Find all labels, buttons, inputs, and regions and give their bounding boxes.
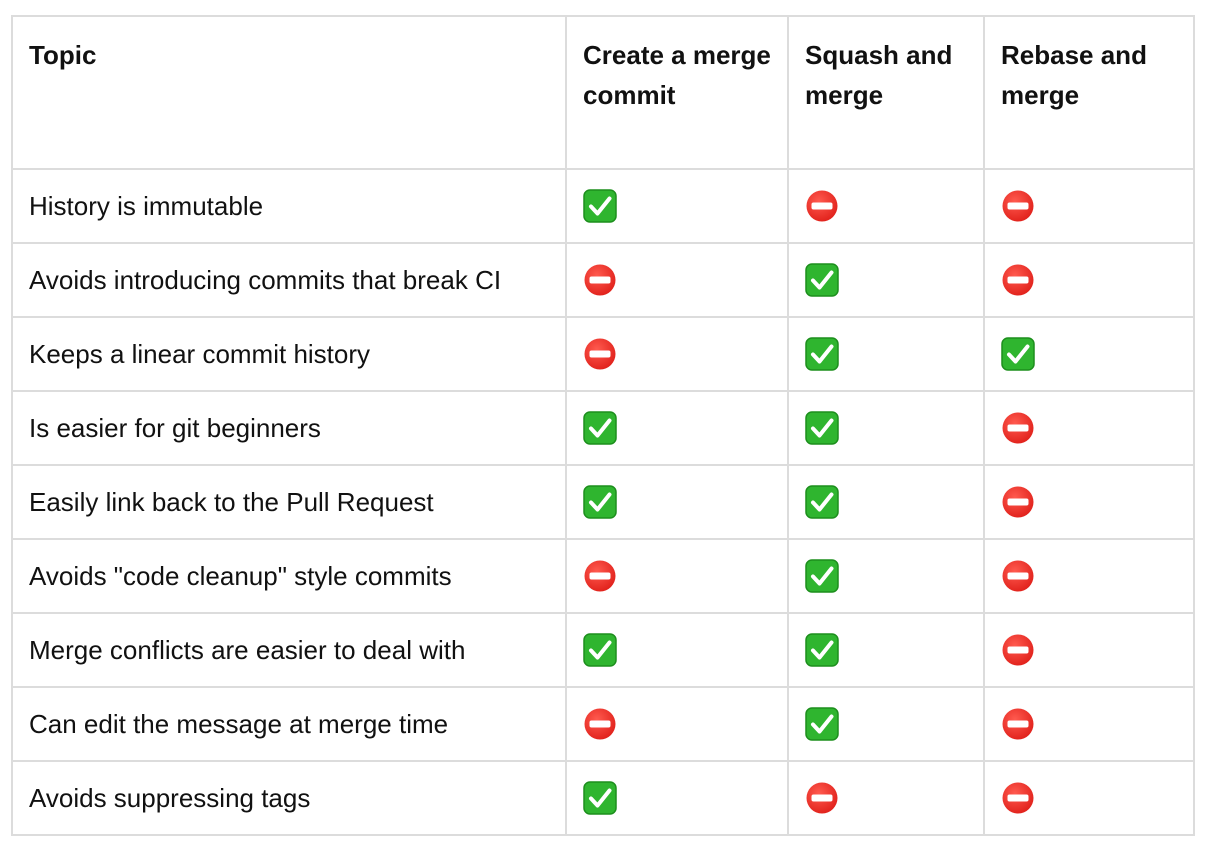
check-mark-icon <box>805 337 839 371</box>
create-merge-commit-cell <box>565 612 789 688</box>
table-row: Avoids introducing commits that break CI <box>11 242 1195 318</box>
no-entry-icon <box>1001 781 1035 815</box>
rebase-and-merge-cell <box>983 612 1195 688</box>
check-mark-icon <box>583 781 617 815</box>
squash-and-merge-cell <box>787 612 985 688</box>
squash-and-merge-cell <box>787 242 985 318</box>
topic-cell: Easily link back to the Pull Request <box>11 464 567 540</box>
rebase-and-merge-cell <box>983 464 1195 540</box>
check-mark-icon <box>583 411 617 445</box>
check-mark-icon <box>583 189 617 223</box>
table-row: History is immutable <box>11 168 1195 244</box>
check-mark-icon <box>805 411 839 445</box>
table-row: Avoids "code cleanup" style commits <box>11 538 1195 614</box>
rebase-and-merge-cell <box>983 686 1195 762</box>
rebase-and-merge-cell <box>983 168 1195 244</box>
table-row: Merge conflicts are easier to deal with <box>11 612 1195 688</box>
rebase-and-merge-cell <box>983 316 1195 392</box>
header-topic: Topic <box>11 15 567 170</box>
table-row: Can edit the message at merge time <box>11 686 1195 762</box>
rebase-and-merge-cell <box>983 242 1195 318</box>
check-mark-icon <box>583 633 617 667</box>
rebase-and-merge-cell <box>983 538 1195 614</box>
no-entry-icon <box>583 707 617 741</box>
rebase-and-merge-cell <box>983 390 1195 466</box>
create-merge-commit-cell <box>565 242 789 318</box>
squash-and-merge-cell <box>787 464 985 540</box>
header-create-merge-commit: Create a merge commit <box>565 15 789 170</box>
topic-cell: Avoids introducing commits that break CI <box>11 242 567 318</box>
no-entry-icon <box>1001 263 1035 297</box>
table-row: Avoids suppressing tags <box>11 760 1195 836</box>
create-merge-commit-cell <box>565 464 789 540</box>
check-mark-icon <box>805 485 839 519</box>
no-entry-icon <box>805 189 839 223</box>
topic-cell: Avoids suppressing tags <box>11 760 567 836</box>
check-mark-icon <box>805 633 839 667</box>
rebase-and-merge-cell <box>983 760 1195 836</box>
no-entry-icon <box>1001 559 1035 593</box>
squash-and-merge-cell <box>787 168 985 244</box>
create-merge-commit-cell <box>565 168 789 244</box>
no-entry-icon <box>1001 633 1035 667</box>
no-entry-icon <box>583 559 617 593</box>
no-entry-icon <box>1001 485 1035 519</box>
squash-and-merge-cell <box>787 316 985 392</box>
topic-cell: History is immutable <box>11 168 567 244</box>
check-mark-icon <box>583 485 617 519</box>
no-entry-icon <box>1001 707 1035 741</box>
header-row: Topic Create a merge commit Squash and m… <box>11 15 1195 170</box>
no-entry-icon <box>805 781 839 815</box>
topic-cell: Is easier for git beginners <box>11 390 567 466</box>
table-row: Easily link back to the Pull Request <box>11 464 1195 540</box>
squash-and-merge-cell <box>787 390 985 466</box>
squash-and-merge-cell <box>787 538 985 614</box>
topic-cell: Can edit the message at merge time <box>11 686 567 762</box>
no-entry-icon <box>583 337 617 371</box>
topic-cell: Avoids "code cleanup" style commits <box>11 538 567 614</box>
check-mark-icon <box>1001 337 1035 371</box>
no-entry-icon <box>1001 411 1035 445</box>
no-entry-icon <box>583 263 617 297</box>
check-mark-icon <box>805 559 839 593</box>
header-rebase-and-merge: Rebase and merge <box>983 15 1195 170</box>
create-merge-commit-cell <box>565 686 789 762</box>
table-row: Is easier for git beginners <box>11 390 1195 466</box>
create-merge-commit-cell <box>565 390 789 466</box>
topic-cell: Merge conflicts are easier to deal with <box>11 612 567 688</box>
check-mark-icon <box>805 707 839 741</box>
comparison-table: Topic Create a merge commit Squash and m… <box>11 15 1195 836</box>
topic-cell: Keeps a linear commit history <box>11 316 567 392</box>
no-entry-icon <box>1001 189 1035 223</box>
check-mark-icon <box>805 263 839 297</box>
table-row: Keeps a linear commit history <box>11 316 1195 392</box>
header-squash-and-merge: Squash and merge <box>787 15 985 170</box>
squash-and-merge-cell <box>787 686 985 762</box>
create-merge-commit-cell <box>565 316 789 392</box>
create-merge-commit-cell <box>565 538 789 614</box>
create-merge-commit-cell <box>565 760 789 836</box>
squash-and-merge-cell <box>787 760 985 836</box>
